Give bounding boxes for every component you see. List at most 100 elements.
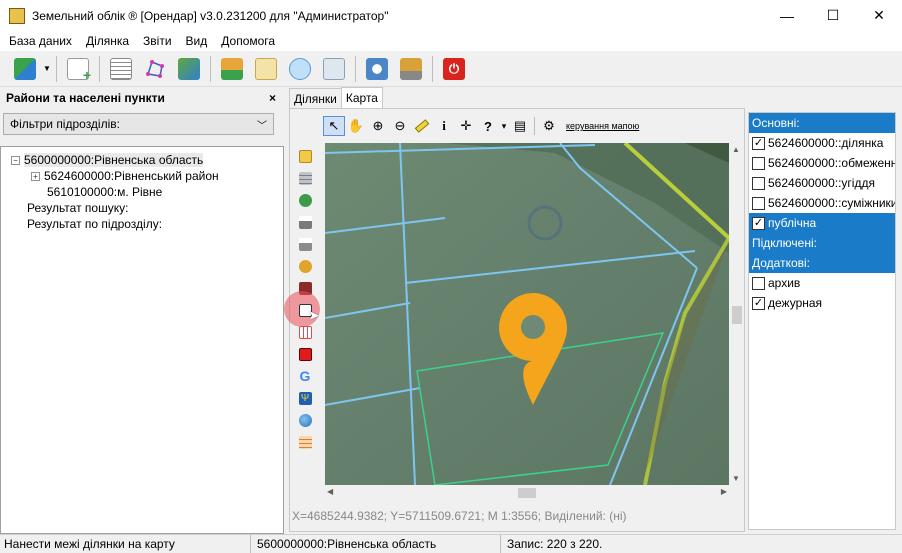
vertical-scroll-thumb[interactable] (732, 306, 742, 324)
print-button[interactable] (394, 54, 428, 84)
layer-restrictions[interactable]: 5624600000::обмеження (749, 153, 895, 173)
layer-archive[interactable]: архив (749, 273, 895, 293)
sync-dropdown-icon[interactable]: ▼ (42, 64, 52, 73)
rectangle-select-button[interactable]: ➤ (284, 291, 320, 327)
toolbar-separator (99, 55, 100, 82)
scroll-up-icon[interactable]: ▲ (732, 145, 740, 154)
collapse-icon[interactable]: − (11, 156, 20, 166)
app-icon (9, 7, 25, 24)
sync-button[interactable] (8, 54, 42, 84)
help-tool-icon[interactable]: ? (477, 116, 499, 136)
layer-checkbox[interactable] (752, 156, 765, 170)
menu-help[interactable]: Допомога (214, 34, 282, 48)
map-horizontal-scrollbar[interactable]: ◀ ▶ (325, 486, 729, 500)
database-button[interactable] (294, 167, 316, 189)
layer-label: публічна (768, 216, 817, 230)
horizontal-scroll-thumb[interactable] (518, 488, 536, 498)
new-parcel-button[interactable]: + (61, 54, 95, 84)
globe-icon (298, 413, 312, 427)
zoom-out-icon[interactable]: ⊖ (389, 116, 411, 136)
sync-icon (14, 57, 36, 80)
map-view[interactable] (325, 143, 729, 485)
document-button[interactable] (104, 54, 138, 84)
mouse-cursor-icon: ➤ (308, 307, 320, 323)
comment-button[interactable] (283, 54, 317, 84)
menu-parcel[interactable]: Ділянка (79, 34, 136, 48)
layer-lands[interactable]: 5624600000::угіддя (749, 173, 895, 193)
layer-checkbox[interactable] (752, 276, 765, 290)
map-canvas[interactable] (325, 143, 729, 485)
menu-view[interactable]: Вид (179, 34, 215, 48)
layer-public[interactable]: ✓ публічна (749, 213, 895, 233)
zoom-in-icon[interactable]: ⊕ (367, 116, 389, 136)
main-toolbar: ▼ + ⏻ (0, 51, 902, 87)
districts-panel: Райони та населені пункти × Фільтри підр… (0, 88, 284, 534)
layers-extra-header: Додаткові: (749, 253, 895, 273)
layer-checkbox[interactable] (752, 176, 765, 190)
magnifier-button[interactable] (294, 255, 316, 277)
tab-parcels[interactable]: Ділянки (289, 88, 342, 108)
printer-button[interactable] (294, 211, 316, 233)
scroll-right-icon[interactable]: ▶ (721, 487, 727, 496)
map-settings-icon[interactable]: ⚙ (538, 116, 560, 136)
status-bar: Нанести межі ділянки на карту 5600000000… (0, 534, 902, 553)
help-dropdown-icon[interactable]: ▾ (499, 116, 509, 136)
map-export-button[interactable] (172, 54, 206, 84)
tree-node-subdivision-result[interactable]: Результат по підрозділу: (1, 216, 283, 232)
tree-node-district[interactable]: +5624600000:Рівненський район (1, 168, 283, 184)
tools-button[interactable] (360, 54, 394, 84)
new-parcel-icon: + (67, 57, 91, 82)
network-button[interactable] (294, 189, 316, 211)
menu-database[interactable]: База даних (0, 34, 79, 48)
map-vertical-scrollbar[interactable]: ▲ ▼ (730, 143, 744, 485)
info-icon[interactable]: i (433, 116, 455, 136)
import-button[interactable] (215, 54, 249, 84)
exit-button[interactable]: ⏻ (437, 54, 471, 84)
tree-node-search-result[interactable]: Результат пошуку: (1, 200, 283, 216)
globe-button[interactable] (294, 409, 316, 431)
trident-button[interactable]: Ψ (294, 387, 316, 409)
expand-icon[interactable]: + (31, 172, 40, 182)
toolbar-separator (210, 55, 211, 82)
layer-checkbox[interactable]: ✓ (752, 136, 765, 150)
layer-checkbox[interactable]: ✓ (752, 216, 765, 230)
scroll-down-icon[interactable]: ▼ (732, 474, 740, 483)
minimize-button[interactable]: — (764, 0, 810, 31)
open-folder-button[interactable] (294, 145, 316, 167)
subdivision-filter-dropdown[interactable]: Фільтри підрозділів: ﹀ (3, 113, 274, 135)
pan-tool-icon[interactable]: ✋ (345, 116, 367, 136)
red-square-button[interactable] (294, 343, 316, 365)
table-button[interactable] (294, 431, 316, 453)
close-panel-icon[interactable]: × (269, 91, 276, 105)
measure-icon[interactable] (411, 116, 433, 136)
grid-select-icon (298, 325, 312, 339)
layers-panel: Основні: ✓ 5624600000::ділянка 5624600000… (748, 112, 896, 530)
scroll-left-icon[interactable]: ◀ (327, 487, 333, 496)
layer-duty[interactable]: ✓ дежурная (749, 293, 895, 313)
print-preview-button[interactable] (294, 233, 316, 255)
menu-reports[interactable]: Звіти (136, 34, 179, 48)
red-square-icon (298, 347, 312, 361)
layer-label: 5624600000::обмеження (768, 156, 895, 170)
menu-bar: База даних Ділянка Звіти Вид Допомога (0, 31, 902, 51)
close-button[interactable]: ✕ (856, 0, 902, 31)
map-toolbar-separator (534, 117, 535, 135)
polygon-button[interactable] (138, 54, 172, 84)
globe-network-icon (298, 193, 312, 207)
maximize-button[interactable]: ☐ (810, 0, 856, 31)
toolbar-separator (355, 55, 356, 82)
layer-parcel[interactable]: ✓ 5624600000::ділянка (749, 133, 895, 153)
center-icon[interactable]: ✛ (455, 116, 477, 136)
copy-button[interactable] (249, 54, 283, 84)
report-button[interactable] (317, 54, 351, 84)
layer-checkbox[interactable] (752, 196, 765, 210)
layer-checkbox[interactable]: ✓ (752, 296, 765, 310)
tab-map[interactable]: Карта (340, 87, 383, 108)
google-button[interactable]: G (294, 365, 316, 387)
tree-node-city[interactable]: 5610100000:м. Рівне (1, 184, 283, 200)
layers-icon[interactable]: ▤ (509, 116, 531, 136)
pointer-tool-icon[interactable]: ↖ (323, 116, 345, 136)
tree-node-region[interactable]: −5600000000:Рівненська область (1, 152, 283, 168)
layer-adjacent[interactable]: 5624600000::суміжники (749, 193, 895, 213)
map-control-link[interactable]: керування мапою (566, 121, 639, 131)
